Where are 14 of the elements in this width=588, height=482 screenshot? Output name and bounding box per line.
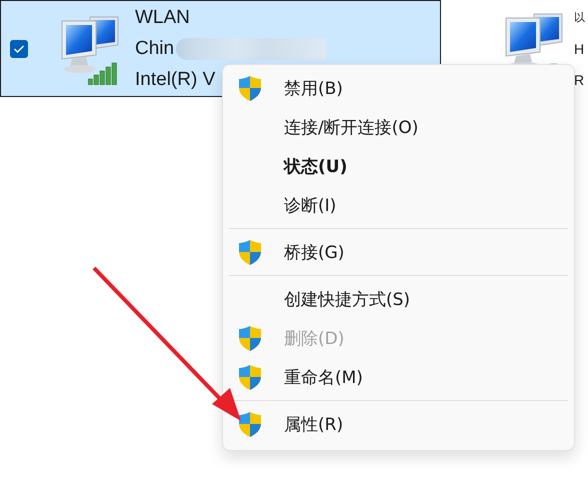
checkbox[interactable] bbox=[10, 40, 28, 58]
menu-item[interactable]: 创建快捷方式(S) bbox=[223, 280, 574, 319]
adapter-device: Intel(R) V bbox=[135, 68, 216, 92]
adapter-name: 以 bbox=[574, 11, 585, 26]
menu-item[interactable]: 重命名(M) bbox=[223, 358, 574, 397]
menu-item[interactable]: 连接/断开连接(O) bbox=[223, 108, 574, 147]
menu-item[interactable]: 诊断(I) bbox=[223, 186, 574, 225]
menu-item[interactable]: 属性(R) bbox=[223, 405, 574, 444]
menu-item[interactable]: 状态(U) bbox=[223, 147, 574, 186]
adapter-device: R bbox=[574, 71, 586, 90]
adapter-status: H bbox=[574, 40, 584, 59]
adapter-status: Chin bbox=[135, 36, 174, 60]
adapter-name: WLAN bbox=[135, 6, 191, 30]
menu-item[interactable]: 桥接(G) bbox=[223, 233, 574, 272]
